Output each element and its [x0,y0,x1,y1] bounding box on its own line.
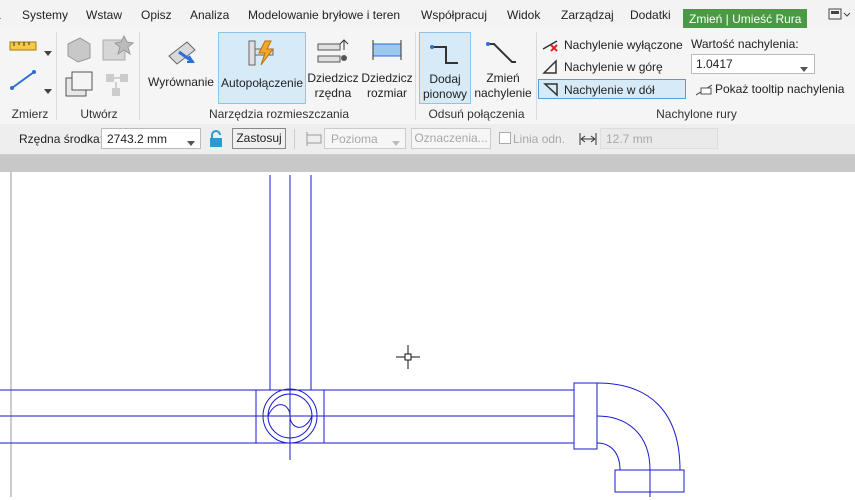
ribbon-options-icon[interactable] [828,8,851,23]
drawing-canvas[interactable] [0,172,855,497]
slope-tooltip-icon [695,82,713,102]
pipe-drawing [0,172,685,497]
measure-dropdown-icon[interactable] [44,46,52,60]
chevron-down-icon [800,62,808,76]
elbow-inner-arc [596,442,621,471]
create-similar-icon[interactable] [100,32,135,67]
crosshair-cursor-icon [396,345,420,369]
tab-collaborate[interactable]: Współpracuj [421,5,487,25]
add-vertical-icon [428,39,462,71]
autoconnect-button[interactable]: Autopołączenie [218,32,306,104]
view-tab-strip [0,155,855,172]
change-slope-button[interactable]: Zmień nachylenie [472,32,534,102]
horizontal-justify-icon[interactable] [305,131,323,150]
length-input[interactable]: 12.7 mm [600,128,718,149]
ribbon: Zmierz Utwórz Wyrównanie Autopołączenie … [0,28,855,125]
tab-hidden-left[interactable]: a [0,5,1,25]
dimension-dropdown-icon[interactable] [44,84,52,98]
tab-view[interactable]: Widok [507,5,540,25]
change-slope-icon [484,38,518,70]
chevron-down-icon [392,136,400,150]
tab-modify-place-pipe[interactable]: Zmień | Umieść Rura [683,9,808,29]
unlock-icon[interactable] [208,130,224,151]
create-group-icon[interactable] [62,68,96,103]
slope-off-icon [542,37,560,59]
tab-insert[interactable]: Wstaw [86,5,122,25]
tab-systems[interactable]: Systemy [22,5,68,25]
chevron-down-icon [187,136,195,150]
slope-value-label: Wartość nachylenia: [691,37,799,51]
slope-up-icon [542,59,560,81]
separator [294,129,295,149]
justify-button[interactable]: Wyrównanie [145,32,217,102]
ribbon-tab-bar: a Systemy Wstaw Opisz Analiza Modelowani… [0,0,855,29]
elbow-outer-arc [596,382,681,471]
slope-down-option[interactable]: Nachylenie w dół [538,79,686,99]
add-vertical-button[interactable]: Dodaj pionowy [419,32,471,104]
inherit-size-button[interactable]: Dziedzicz rozmiar [361,32,413,102]
leader-checkbox[interactable] [499,132,512,148]
elbow-centerline [596,415,651,471]
inherit-elevation-icon [316,36,350,70]
apply-button[interactable]: Zastosuj [232,128,286,149]
panel-label-placement: Narzędzia rozmieszczania [208,107,350,121]
dimension-icon[interactable] [8,68,38,95]
panel-label-sloped: Nachylone rury [656,107,737,121]
tab-manage[interactable]: Zarządzaj [561,5,614,25]
create-assembly-icon[interactable] [104,72,134,103]
length-icon [579,132,597,149]
elevation-select[interactable]: 2743.2 mm [101,128,201,149]
panel-divider [415,32,416,120]
leader-label: Linia odn. [513,132,566,146]
tab-analyze[interactable]: Analiza [190,5,229,25]
inherit-size-icon [369,38,405,68]
slope-value-select[interactable]: 1.0417 [691,54,815,74]
panel-divider [536,32,537,120]
tab-massing[interactable]: Modelowanie bryłowe i teren [248,5,400,25]
panel-label-offset: Odsuń połączenia [428,107,525,121]
panel-label-measure: Zmierz [11,107,49,121]
tags-button[interactable]: Oznaczenia... [411,128,491,149]
inherit-elevation-button[interactable]: Dziedzicz rzędna [306,32,360,102]
slope-up-option[interactable]: Nachylenie w górę [538,57,686,77]
elbow-coupling [573,382,598,450]
panel-divider [56,32,57,120]
options-bar: Rzędna środka: 2743.2 mm Zastosuj Poziom… [0,124,855,155]
tab-addins[interactable]: Dodatki [630,5,671,25]
horizontal-justify-select[interactable]: Pozioma [324,128,406,149]
justify-icon [165,36,199,70]
slope-off-option[interactable]: Nachylenie wyłączone [538,35,686,55]
slope-down-icon [543,81,561,103]
tab-annotate[interactable]: Opisz [141,5,172,25]
panel-label-create: Utwórz [80,107,118,121]
autoconnect-icon [245,37,279,71]
create-parts-icon[interactable] [64,34,94,67]
measure-icon[interactable] [8,36,38,61]
elevation-label: Rzędna środka: [19,132,104,146]
panel-divider [139,32,140,120]
